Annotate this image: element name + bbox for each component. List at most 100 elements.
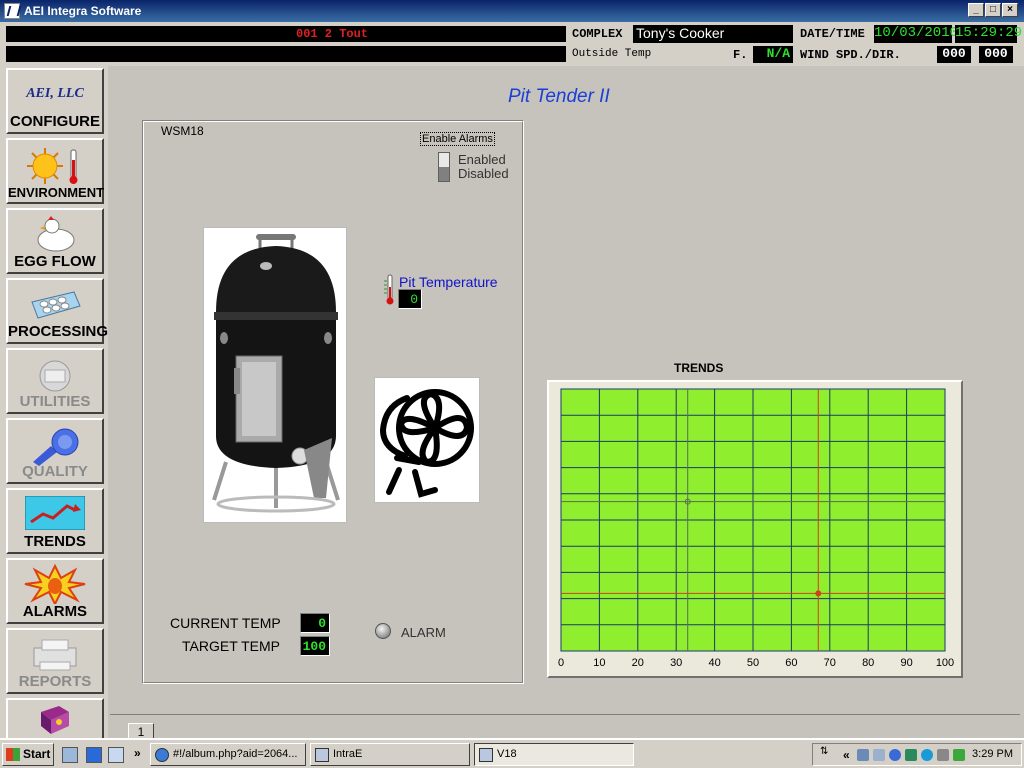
sidebar: AEI, LLC CONFIGURE ENVIRONMENT EGG FLOW … xyxy=(0,66,108,738)
temp-unit-label: F. xyxy=(733,48,748,62)
chart-tick-label: 90 xyxy=(900,657,912,669)
disabled-option: Disabled xyxy=(458,166,509,181)
sidebar-item-label: REPORTS xyxy=(18,673,92,690)
sidebar-item-egg-flow[interactable]: EGG FLOW xyxy=(6,208,104,274)
sidebar-item-environment[interactable]: ENVIRONMENT xyxy=(6,138,104,204)
sidebar-item-processing[interactable]: PROCESSING xyxy=(6,278,109,344)
sidebar-item-label: ALARMS xyxy=(22,603,88,620)
pit-temperature-value: 0 xyxy=(398,289,422,309)
network-icon[interactable] xyxy=(857,749,869,761)
close-button[interactable]: × xyxy=(1002,3,1018,17)
wind-label: WIND SPD./DIR. xyxy=(800,48,901,62)
sidebar-item-label: ENVIRONMENT xyxy=(8,185,105,200)
chart-tick-label: 10 xyxy=(593,657,605,669)
panel-title: WSM18 xyxy=(161,124,204,138)
intrae-app-icon xyxy=(315,748,329,762)
sidebar-item-help[interactable] xyxy=(6,698,104,738)
enable-alarms-toggle[interactable] xyxy=(438,152,450,182)
quicklaunch-app-icon[interactable] xyxy=(62,747,78,763)
message-bar-2 xyxy=(6,46,566,62)
sidebar-item-trends[interactable]: TRENDS xyxy=(6,488,104,554)
smoker-image xyxy=(203,227,347,523)
sidebar-item-alarms[interactable]: ALARMS xyxy=(6,558,104,624)
settings-icon[interactable] xyxy=(937,749,949,761)
chart-tick-label: 0 xyxy=(558,657,564,669)
time-value: 15:29:29 xyxy=(955,25,1023,43)
taskbar: Start » #!/album.php?aid=2064... IntraE … xyxy=(0,738,1024,768)
page-title: Pit Tender II xyxy=(508,86,610,107)
show-desktop-icon[interactable] xyxy=(86,747,102,763)
pit-temperature-label: Pit Temperature xyxy=(399,274,498,290)
thermometer-icon xyxy=(384,273,396,310)
search-icon[interactable] xyxy=(889,749,901,761)
chicken-icon xyxy=(32,216,78,257)
chart-tick-label: 30 xyxy=(670,657,682,669)
sidebar-item-utilities[interactable]: UTILITIES xyxy=(6,348,104,414)
sidebar-item-label: QUALITY xyxy=(22,463,88,480)
start-button[interactable]: Start xyxy=(2,743,54,766)
enable-alarms-label: Enable Alarms xyxy=(420,132,495,146)
messenger-icon[interactable] xyxy=(921,749,933,761)
clock: 3:29 PM xyxy=(972,748,1013,760)
chart-tick-label: 20 xyxy=(632,657,644,669)
utilities-icon xyxy=(35,358,75,397)
page-tab-strip xyxy=(110,714,1020,738)
task-intrae[interactable]: IntraE xyxy=(310,743,470,766)
target-temp-label: TARGET TEMP xyxy=(182,638,281,654)
wind-dir-value: 000 xyxy=(979,46,1013,63)
sidebar-item-label: EGG FLOW xyxy=(14,253,96,270)
book-icon xyxy=(37,704,73,739)
chart-tick-label: 70 xyxy=(824,657,836,669)
email-icon[interactable] xyxy=(108,747,124,763)
internet-explorer-icon xyxy=(155,748,169,762)
toggle-knob xyxy=(439,167,449,181)
chart-tick-label: 80 xyxy=(862,657,874,669)
task-v18[interactable]: V18 xyxy=(474,743,634,766)
message-bar: 001 2 Tout xyxy=(6,26,566,42)
sidebar-item-reports[interactable]: REPORTS xyxy=(6,628,104,694)
trend-chart-icon xyxy=(24,495,86,533)
chart-cursor-point xyxy=(815,590,822,597)
smoker-panel: WSM18 Enable Alarms Enabled Disabled Pit… xyxy=(142,120,524,684)
monitor-icon[interactable] xyxy=(953,749,965,761)
sidebar-item-configure[interactable]: AEI, LLC CONFIGURE xyxy=(6,68,104,134)
quicklaunch-chevron[interactable]: » xyxy=(134,746,141,760)
maximize-button[interactable]: □ xyxy=(985,3,1001,17)
start-label: Start xyxy=(23,747,51,761)
complex-value: Tony's Cooker xyxy=(633,25,793,43)
trends-chart-svg: 0 10 20 30 40 50 60 70 80 90 100 xyxy=(558,388,954,669)
system-tray: « 3:29 PM xyxy=(812,743,1022,766)
sidebar-item-label: UTILITIES xyxy=(19,393,91,410)
volume-icon[interactable] xyxy=(873,749,885,761)
chart-tick-label: 40 xyxy=(708,657,720,669)
outside-temp-value: N/A xyxy=(753,46,793,63)
window-title: AEI Integra Software xyxy=(24,4,142,18)
tray-chevron[interactable]: « xyxy=(843,748,850,762)
task-browser[interactable]: #!/album.php?aid=2064... xyxy=(150,743,306,766)
current-temp-value: 0 xyxy=(300,613,330,633)
task-label: IntraE xyxy=(333,748,363,760)
message-text: 001 2 Tout xyxy=(296,27,369,41)
sidebar-item-label: TRENDS xyxy=(24,533,86,550)
trends-chart: 0 10 20 30 40 50 60 70 80 90 100 xyxy=(547,380,963,678)
v18-app-icon xyxy=(479,748,493,762)
datetime-label: DATE/TIME xyxy=(800,27,865,41)
sun-thermometer-icon xyxy=(25,146,85,189)
current-temp-label: CURRENT TEMP xyxy=(170,615,281,631)
app-icon xyxy=(4,3,20,19)
fan-image xyxy=(374,377,480,503)
user-icon[interactable] xyxy=(905,749,917,761)
tray-scroll-icon[interactable]: ⇅ xyxy=(820,746,828,757)
task-label: #!/album.php?aid=2064... xyxy=(173,748,298,760)
minimize-button[interactable]: _ xyxy=(968,3,984,17)
info-panel: 001 2 Tout COMPLEX Tony's Cooker DATE/TI… xyxy=(0,22,1024,66)
sidebar-item-label: PROCESSING xyxy=(8,323,109,340)
sidebar-item-quality[interactable]: QUALITY xyxy=(6,418,104,484)
chart-tick-label: 100 xyxy=(936,657,954,669)
complex-label: COMPLEX xyxy=(572,27,623,41)
title-bar: AEI Integra Software _ □ × xyxy=(0,0,1024,22)
enabled-option: Enabled xyxy=(458,152,506,167)
company-logo: AEI, LLC xyxy=(26,86,84,101)
wind-speed-value: 000 xyxy=(937,46,971,63)
chart-tick-label: 60 xyxy=(785,657,797,669)
